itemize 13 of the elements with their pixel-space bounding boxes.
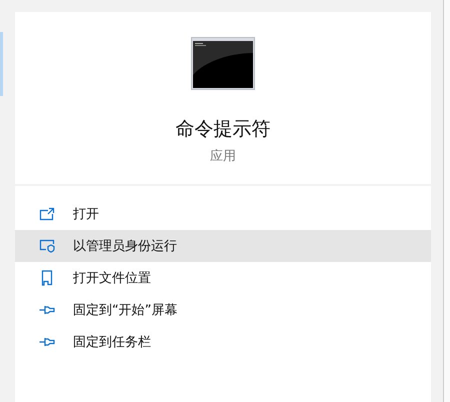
app-type: 应用 bbox=[210, 148, 236, 165]
menu-item[interactable]: 固定到任务栏 bbox=[15, 326, 431, 358]
menu-item[interactable]: 以管理员身份运行 bbox=[15, 230, 431, 262]
menu-item[interactable]: 固定到“开始”屏幕 bbox=[15, 294, 431, 326]
side-strip bbox=[0, 32, 3, 96]
menu-item[interactable]: 打开 bbox=[15, 198, 431, 230]
shield-icon bbox=[38, 239, 56, 253]
pin-icon bbox=[38, 305, 56, 315]
open-window-icon bbox=[38, 207, 56, 221]
console-window-icon bbox=[191, 37, 255, 90]
menu-item[interactable]: 打开文件位置 bbox=[15, 262, 431, 294]
pin-icon bbox=[38, 337, 56, 347]
app-title: 命令提示符 bbox=[176, 117, 270, 142]
